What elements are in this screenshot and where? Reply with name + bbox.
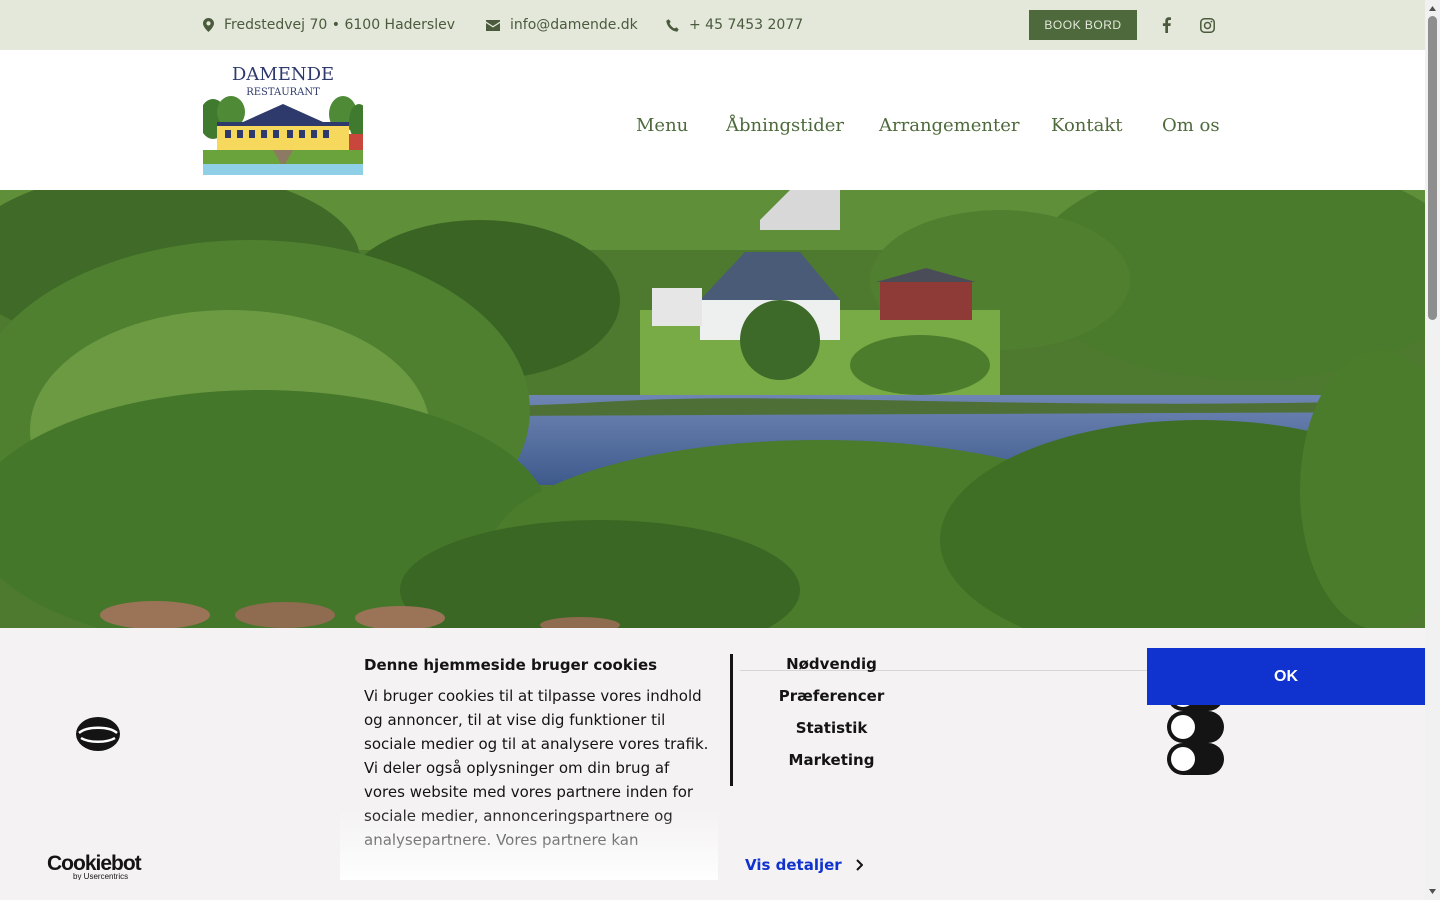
logo-wordmark: DAMENDE <box>232 64 334 85</box>
top-bar: Fredstedvej 70 • 6100 Haderslev info@dam… <box>0 0 1425 50</box>
site-header: DAMENDE RESTAURANT Menu Åbningstider Arr <box>0 50 1425 190</box>
nav-about[interactable]: Om os <box>1162 115 1220 136</box>
envelope-icon <box>486 19 500 31</box>
category-marketing: Marketing <box>788 751 875 769</box>
instagram-icon[interactable] <box>1197 15 1217 35</box>
toggle-statistics[interactable] <box>1167 711 1224 743</box>
nav-menu[interactable]: Menu <box>636 115 688 136</box>
logo-subtitle: RESTAURANT <box>246 87 320 98</box>
show-details-link[interactable]: Vis detaljer <box>745 856 863 874</box>
nav-opening-hours[interactable]: Åbningstider <box>726 115 844 136</box>
phone-link[interactable]: + 45 7453 2077 <box>689 17 803 33</box>
scroll-down-arrow-icon[interactable] <box>1428 887 1437 895</box>
email-link[interactable]: info@damende.dk <box>510 17 638 33</box>
scrollbar-thumb[interactable] <box>1428 16 1437 320</box>
page-scrollbar[interactable] <box>1425 0 1440 900</box>
email-item[interactable]: info@damende.dk <box>486 0 638 50</box>
category-necessary: Nødvendig <box>786 655 877 673</box>
nav-contact[interactable]: Kontakt <box>1051 115 1123 136</box>
location-pin-icon <box>203 18 214 32</box>
cookie-title: Denne hjemmeside bruger cookies <box>364 656 658 674</box>
toggle-marketing[interactable] <box>1167 743 1224 775</box>
facebook-icon[interactable] <box>1156 15 1176 35</box>
address-item: Fredstedvej 70 • 6100 Haderslev <box>203 0 455 50</box>
cookiebot-brand[interactable]: Cookiebot by Usercentrics <box>47 850 151 884</box>
restaurant-logo[interactable]: DAMENDE RESTAURANT <box>199 64 369 175</box>
cookie-text-fade <box>340 808 718 880</box>
cookiebot-byline: by Usercentrics <box>73 872 128 880</box>
show-details-label: Vis detaljer <box>745 856 842 874</box>
chevron-right-icon <box>855 859 863 871</box>
scroll-up-arrow-icon[interactable] <box>1428 4 1437 12</box>
category-preferences: Præferencer <box>778 687 885 705</box>
phone-icon <box>666 18 679 32</box>
cookie-ok-button[interactable]: OK <box>1147 648 1425 705</box>
cookie-banner: Cookiebot by Usercentrics Denne hjemmesi… <box>0 628 1425 900</box>
book-table-button[interactable]: BOOK BORD <box>1029 10 1137 40</box>
category-statistics: Statistik <box>795 719 868 737</box>
hero-image <box>0 190 1425 628</box>
phone-item[interactable]: + 45 7453 2077 <box>666 0 803 50</box>
cookie-divider <box>730 654 733 786</box>
address-text: Fredstedvej 70 • 6100 Haderslev <box>224 17 455 33</box>
nav-events[interactable]: Arrangementer <box>879 115 1020 136</box>
cookiebot-logo-icon <box>75 716 121 756</box>
